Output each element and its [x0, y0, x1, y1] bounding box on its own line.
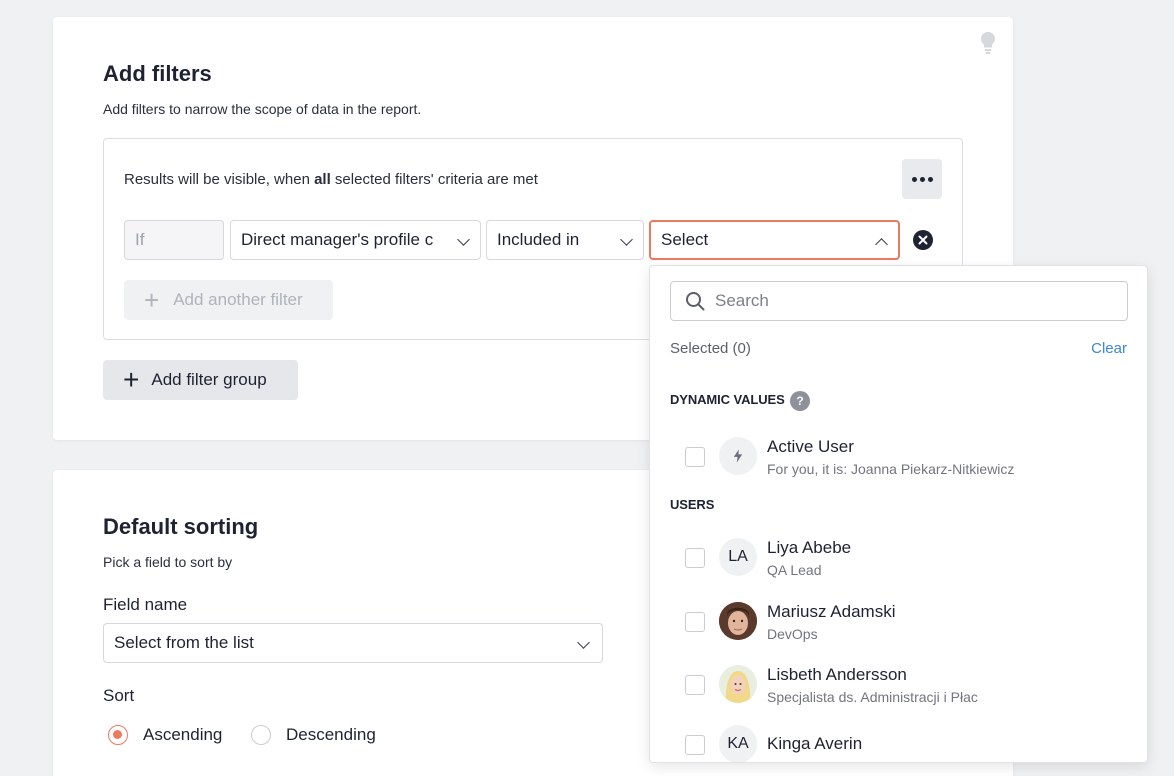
chevron-down-icon: [620, 233, 633, 246]
more-options-button[interactable]: [902, 159, 942, 199]
option-name: Kinga Averin: [767, 734, 863, 753]
search-placeholder: Search: [715, 291, 769, 310]
descending-label[interactable]: Descending: [286, 725, 376, 745]
help-icon[interactable]: ?: [790, 391, 810, 411]
if-label: If: [135, 230, 145, 249]
if-label-field: If: [124, 220, 224, 260]
filter-value-select[interactable]: Select: [649, 220, 900, 260]
descending-radio[interactable]: [251, 725, 271, 745]
option-checkbox[interactable]: [685, 612, 705, 632]
option-name: Lisbeth Andersson: [767, 665, 907, 684]
add-another-filter-button[interactable]: + Add another filter: [124, 280, 333, 320]
option-checkbox[interactable]: [685, 548, 705, 568]
chevron-down-icon: [457, 233, 470, 246]
add-filter-group-label: Add filter group: [151, 370, 267, 389]
rule-suffix: selected filters' criteria are met: [330, 171, 538, 188]
lightbulb-icon[interactable]: [979, 31, 997, 55]
list-item[interactable]: Mariusz Adamski DevOps: [650, 591, 1147, 651]
chevron-up-icon: [875, 238, 888, 251]
field-name-label: Field name: [103, 595, 188, 614]
rule-text: Results will be visible, when all select…: [124, 171, 538, 188]
option-checkbox[interactable]: [685, 735, 705, 755]
add-another-filter-label: Add another filter: [173, 290, 303, 309]
option-subtitle: For you, it is: Joanna Piekarz-Nitkiewic…: [767, 461, 1015, 477]
ascending-label[interactable]: Ascending: [143, 725, 222, 745]
filter-field-select[interactable]: Direct manager's profile c: [230, 220, 481, 260]
add-filter-group-button[interactable]: + Add filter group: [103, 360, 298, 400]
filter-operator-select[interactable]: Included in: [486, 220, 644, 260]
option-checkbox[interactable]: [685, 447, 705, 467]
plus-icon: +: [144, 285, 160, 315]
rule-prefix: Results will be visible, when: [124, 171, 315, 188]
rule-bold: all: [314, 171, 331, 188]
option-subtitle: Specjalista ds. Administracji i Płac: [767, 689, 978, 705]
option-name: Mariusz Adamski: [767, 602, 896, 621]
remove-filter-button[interactable]: [913, 230, 933, 250]
users-header: USERS: [670, 497, 715, 512]
filters-title: Add filters: [103, 61, 212, 86]
filter-operator-value: Included in: [497, 230, 580, 249]
lightning-icon: [719, 437, 757, 475]
filters-description: Add filters to narrow the scope of data …: [103, 101, 422, 117]
value-dropdown-panel: Search Selected (0) Clear DYNAMIC VALUES…: [649, 265, 1148, 763]
more-dot: [919, 176, 925, 182]
list-item[interactable]: Lisbeth Andersson Specjalista ds. Admini…: [650, 654, 1147, 714]
more-dot: [927, 176, 933, 182]
sorting-description: Pick a field to sort by: [103, 554, 233, 570]
plus-icon: +: [123, 364, 140, 395]
search-input[interactable]: Search: [670, 281, 1128, 321]
search-icon: [686, 292, 705, 311]
option-name: Active User: [767, 437, 854, 456]
list-item[interactable]: Active User For you, it is: Joanna Pieka…: [650, 426, 1147, 486]
option-subtitle: DevOps: [767, 626, 818, 642]
sorting-title: Default sorting: [103, 514, 259, 539]
list-item[interactable]: LA Liya Abebe QA Lead: [650, 527, 1147, 587]
filter-field-value: Direct manager's profile c: [241, 230, 434, 249]
option-name: Liya Abebe: [767, 538, 852, 557]
avatar: LA: [719, 538, 757, 576]
sort-field-value: Select from the list: [114, 633, 254, 652]
sort-label: Sort: [103, 686, 135, 705]
dynamic-values-header: DYNAMIC VALUES: [670, 392, 785, 407]
avatar: KA: [719, 725, 757, 762]
option-subtitle: QA Lead: [767, 562, 822, 578]
avatar: [719, 602, 757, 640]
ascending-radio[interactable]: [108, 725, 128, 745]
chevron-down-icon: [577, 636, 590, 649]
sort-field-select[interactable]: Select from the list: [103, 623, 603, 663]
option-checkbox[interactable]: [685, 675, 705, 695]
clear-link[interactable]: Clear: [1091, 340, 1127, 357]
filter-value-placeholder: Select: [661, 230, 709, 249]
close-icon: [918, 235, 928, 245]
list-item[interactable]: KA Kinga Averin: [650, 718, 1147, 762]
selected-count: Selected (0): [670, 340, 751, 357]
more-dot: [911, 176, 917, 182]
avatar: [719, 665, 757, 703]
